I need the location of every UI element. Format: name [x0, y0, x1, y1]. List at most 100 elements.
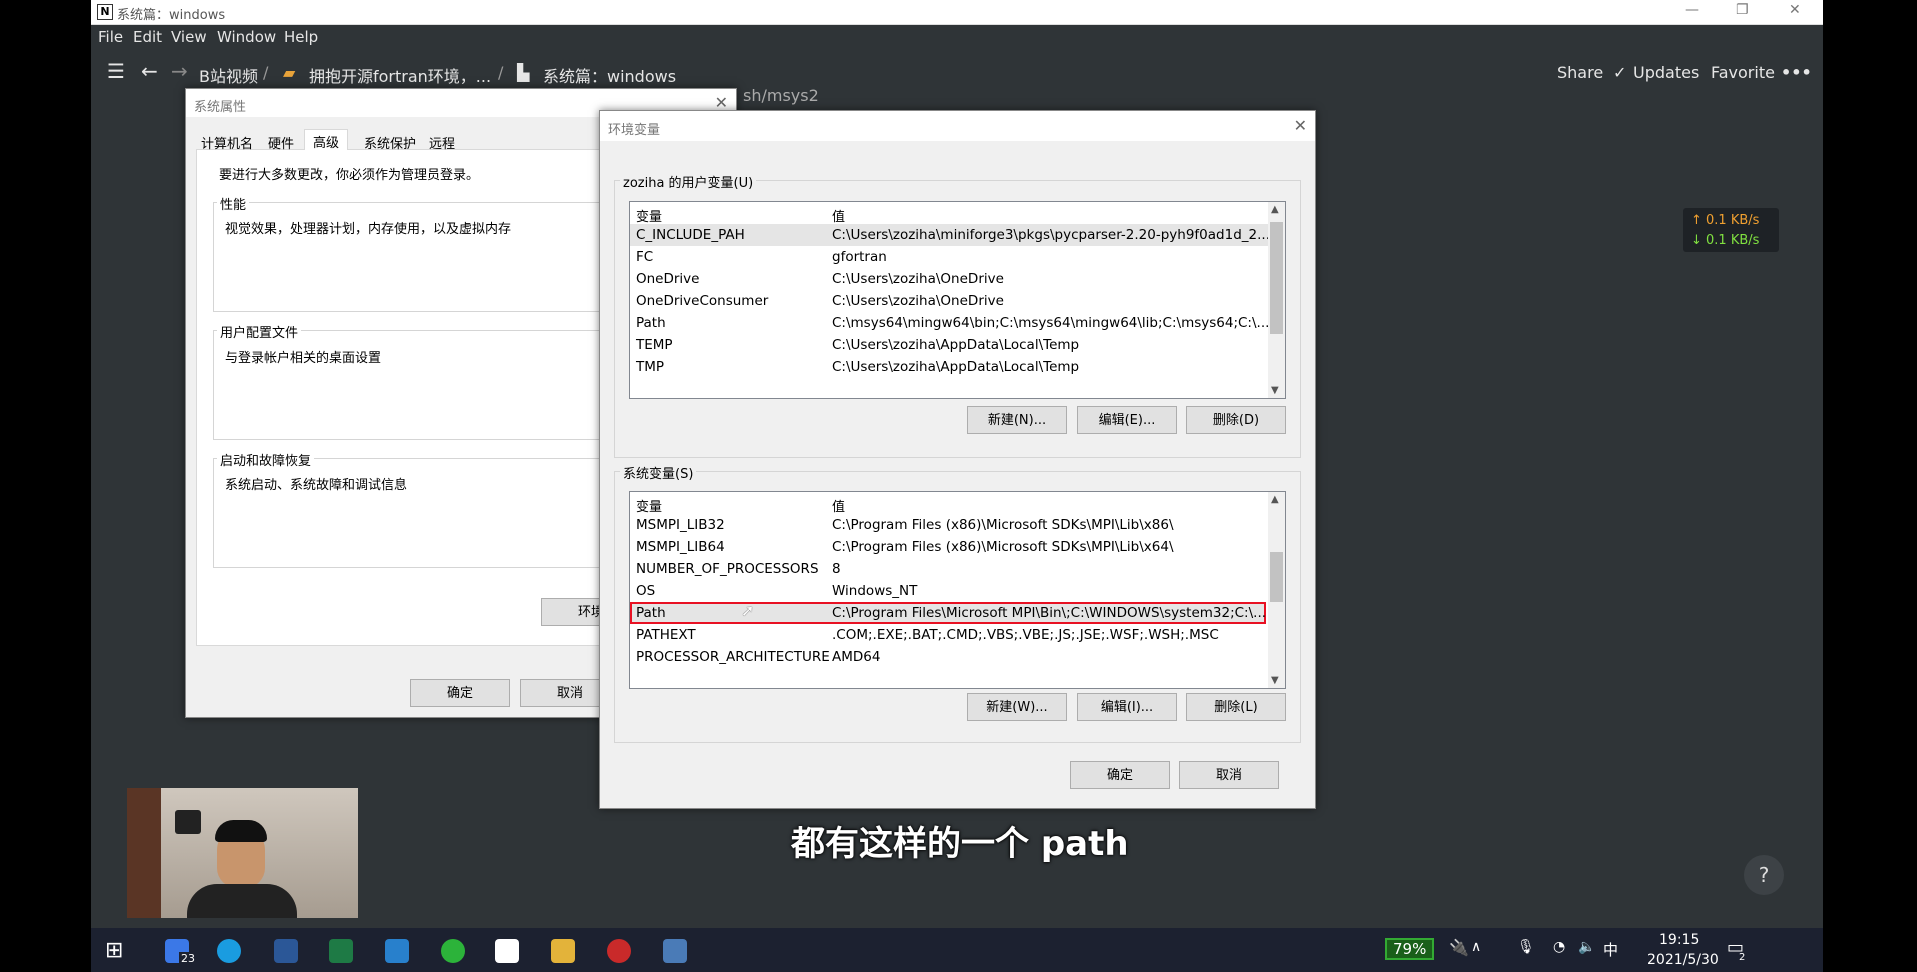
ok-button[interactable]: 确定 — [1070, 761, 1170, 789]
breadcrumb-item-1[interactable]: B站视频 — [199, 63, 258, 87]
list-item[interactable]: MSMPI_LIB64 C:\Program Files (x86)\Micros… — [630, 536, 1270, 558]
performance-label: 性能 — [217, 194, 250, 213]
scroll-down-icon[interactable]: ▼ — [1271, 385, 1279, 396]
dialog-title-bar: 环境变量 ✕ — [600, 111, 1315, 141]
dialog-title: 系统属性 — [194, 100, 247, 115]
network-speed-widget: ↑ 0.1 KB/s ↓ 0.1 KB/s — [1683, 208, 1779, 252]
col-variable[interactable]: 变量 — [636, 496, 662, 515]
user-delete-button[interactable]: 删除(D) — [1186, 406, 1286, 434]
list-item[interactable]: C_INCLUDE_PAH C:\Users\zoziha\miniforge3\… — [630, 224, 1270, 246]
list-item[interactable]: FC gfortran — [630, 246, 1270, 268]
powershell-icon[interactable] — [274, 939, 298, 963]
list-item[interactable]: Path C:\msys64\mingw64\bin;C:\msys64\ming… — [630, 312, 1270, 334]
updates-button[interactable]: Updates — [1633, 63, 1699, 82]
clock-date[interactable]: 2021/5/30 — [1647, 952, 1719, 968]
list-item[interactable]: PROCESSOR_ARCHITECTURE AMD64 — [630, 646, 1270, 668]
list-item[interactable]: TMP C:\Users\zoziha\AppData\Local\Temp — [630, 356, 1270, 378]
battery-indicator[interactable]: 79% — [1385, 938, 1435, 960]
ok-button[interactable]: 确定 — [410, 679, 510, 707]
restore-icon[interactable]: ❐ — [1736, 2, 1749, 18]
more-options-icon[interactable]: ••• — [1781, 63, 1812, 82]
menu-help[interactable]: Help — [284, 28, 318, 46]
environment-variables-dialog: 环境变量 ✕ zoziha 的用户变量(U) 变量 值 C_INCLUDE_PA… — [599, 110, 1316, 809]
wifi-icon[interactable]: ◔ — [1553, 939, 1565, 955]
remote-desktop-icon[interactable] — [663, 939, 687, 963]
vscode-icon[interactable] — [385, 939, 409, 963]
close-icon[interactable]: ✕ — [1789, 2, 1801, 18]
breadcrumb-item-2[interactable]: 拥抱开源fortran环境，... — [309, 63, 491, 87]
list-header: 变量 值 — [630, 202, 1285, 225]
share-button[interactable]: Share — [1557, 63, 1603, 82]
file-explorer-icon[interactable] — [551, 939, 575, 963]
start-icon[interactable]: ⊞ — [105, 938, 123, 963]
cancel-button[interactable]: 取消 — [1179, 761, 1279, 789]
upload-speed: ↑ 0.1 KB/s — [1691, 213, 1760, 228]
scroll-thumb[interactable] — [1270, 552, 1283, 602]
menu-view[interactable]: View — [171, 28, 207, 46]
recorder-icon[interactable] — [607, 939, 631, 963]
list-item[interactable]: PATHEXT .COM;.EXE;.BAT;.CMD;.VBS;.VBE;.JS… — [630, 624, 1270, 646]
menu-bar: File Edit View Window Help — [91, 25, 1823, 49]
video-subtitle: 都有这样的一个 path — [791, 824, 1129, 864]
performance-desc: 视觉效果，处理器计划，内存使用，以及虚拟内存 — [225, 222, 512, 237]
admin-note: 要进行大多数更改，你必须作为管理员登录。 — [219, 168, 480, 183]
title-bar: N 系统篇：windows — ❐ ✕ — [91, 0, 1823, 25]
minimize-icon[interactable]: — — [1685, 2, 1699, 18]
notification-badge: 2 — [1739, 952, 1746, 963]
col-variable[interactable]: 变量 — [636, 206, 662, 225]
edge-icon[interactable] — [217, 939, 241, 963]
profile-label: 用户配置文件 — [217, 322, 302, 341]
ime-indicator[interactable]: 中 — [1603, 939, 1618, 960]
list-item[interactable]: OneDriveConsumer C:\Users\zoziha\OneDrive — [630, 290, 1270, 312]
system-edit-button[interactable]: 编辑(I)... — [1077, 693, 1177, 721]
system-delete-button[interactable]: 删除(L) — [1186, 693, 1286, 721]
list-item[interactable]: OS Windows_NT — [630, 580, 1270, 602]
user-edit-button[interactable]: 编辑(E)... — [1077, 406, 1177, 434]
list-item[interactable]: OneDrive C:\Users\zoziha\OneDrive — [630, 268, 1270, 290]
list-item[interactable]: TEMP C:\Users\zoziha\AppData\Local\Temp — [630, 334, 1270, 356]
user-vars-list[interactable]: 变量 值 C_INCLUDE_PAH C:\Users\zoziha\minifo… — [629, 201, 1286, 399]
help-button[interactable]: ? — [1744, 855, 1784, 895]
chevron-up-icon[interactable]: ∧ — [1471, 939, 1481, 955]
menu-edit[interactable]: Edit — [133, 28, 162, 46]
forward-arrow-icon[interactable]: → — [171, 59, 188, 83]
system-new-button[interactable]: 新建(W)... — [967, 693, 1067, 721]
user-vars-label: zoziha 的用户变量(U) — [620, 172, 757, 191]
updates-check-icon[interactable]: ✓ — [1613, 63, 1626, 82]
notepad-icon[interactable] — [329, 939, 353, 963]
clock-time[interactable]: 19:15 — [1659, 932, 1699, 948]
todo-badge: 23 — [179, 952, 197, 965]
sidebar-toggle-icon[interactable]: ☰ — [107, 59, 125, 83]
microphone-icon[interactable]: 🎙 — [1517, 939, 1535, 955]
scroll-thumb[interactable] — [1270, 222, 1283, 334]
user-new-button[interactable]: 新建(N)... — [967, 406, 1067, 434]
favorite-button[interactable]: Favorite — [1711, 63, 1775, 82]
notion-icon[interactable] — [495, 939, 519, 963]
dialog-title: 环境变量 — [608, 123, 661, 138]
power-plug-icon[interactable]: 🔌 — [1449, 938, 1469, 957]
list-item[interactable]: NUMBER_OF_PROCESSORS 8 — [630, 558, 1270, 580]
col-value[interactable]: 值 — [832, 496, 845, 515]
scrollbar[interactable]: ▲ ▼ — [1268, 492, 1285, 688]
window-title: 系统篇：windows — [117, 8, 226, 23]
menu-file[interactable]: File — [98, 28, 123, 46]
scroll-down-icon[interactable]: ▼ — [1271, 675, 1279, 686]
page-emoji-icon: ▰ — [283, 63, 296, 82]
scroll-up-icon[interactable]: ▲ — [1271, 494, 1279, 505]
wechat-icon[interactable] — [441, 939, 465, 963]
system-vars-list[interactable]: 变量 值 MSMPI_LIB32 C:\Program Files (x86)\M… — [629, 491, 1286, 689]
breadcrumb-item-3[interactable]: 系统篇：windows — [543, 63, 676, 87]
list-item[interactable]: MSMPI_LIB32 C:\Program Files (x86)\Micros… — [630, 514, 1270, 536]
list-item-path-selected[interactable]: Path C:\Program Files\Microsoft MPI\Bin\;… — [630, 602, 1266, 624]
scrollbar[interactable]: ▲ ▼ — [1268, 202, 1285, 398]
scroll-up-icon[interactable]: ▲ — [1271, 204, 1279, 215]
mouse-cursor-icon: ➚ — [741, 601, 755, 620]
back-arrow-icon[interactable]: ← — [141, 59, 158, 83]
menu-window[interactable]: Window — [217, 28, 276, 46]
close-icon[interactable]: ✕ — [1294, 116, 1307, 135]
profile-desc: 与登录帐户相关的桌面设置 — [225, 351, 382, 366]
col-value[interactable]: 值 — [832, 206, 845, 225]
system-vars-label: 系统变量(S) — [620, 463, 697, 482]
breadcrumb-separator: / — [263, 63, 269, 82]
volume-icon[interactable]: 🔈 — [1578, 939, 1595, 955]
